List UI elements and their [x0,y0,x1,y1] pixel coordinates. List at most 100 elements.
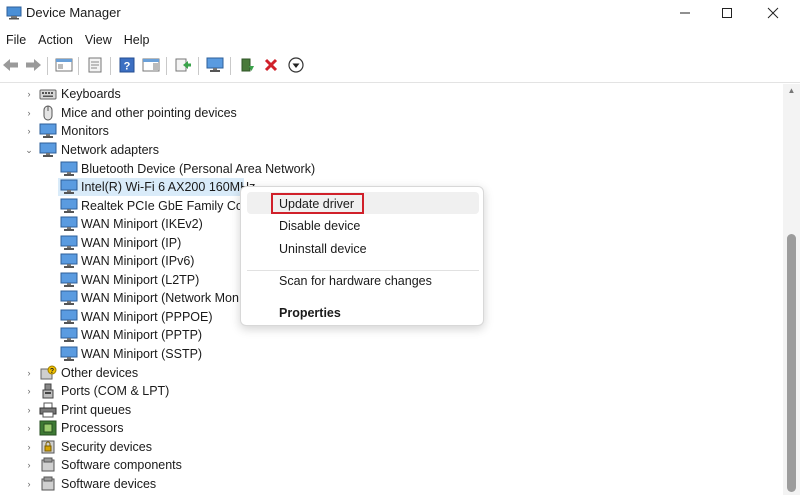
console-tree-button[interactable] [53,55,75,77]
forward-arrow-icon [24,58,42,75]
download-button[interactable] [285,55,307,77]
printer-icon [39,402,57,418]
tree-item-network-adapters[interactable]: ⌄ Network adapters [0,141,780,159]
monitor-icon [39,123,57,139]
toolbar-separator [78,57,79,75]
scan-hardware-button[interactable] [204,55,226,77]
close-button[interactable] [750,0,796,28]
chevron-right-icon[interactable]: › [24,405,34,415]
network-adapter-icon [60,216,78,232]
network-adapter-icon [39,142,57,158]
back-arrow-icon [2,58,20,75]
tree-item-label: WAN Miniport (PPTP) [81,328,203,342]
menu-separator [247,270,479,271]
export-icon [174,57,192,76]
tree-item-processors[interactable]: › Processors [0,419,780,437]
context-menu: Update driver Disable device Uninstall d… [240,186,484,326]
tree-item-ports[interactable]: › Ports (COM & LPT) [0,382,780,400]
toolbar-separator [166,57,167,75]
tree-item-bluetooth-pan[interactable]: Bluetooth Device (Personal Area Network) [0,160,780,178]
toolbar-separator [110,57,111,75]
menu-item-properties[interactable]: Properties [279,305,341,321]
tree-item-label: WAN Miniport (Network Mon [81,291,239,305]
keyboard-icon [39,86,57,102]
tree-item-label: Intel(R) Wi-Fi 6 AX200 160MHz [81,180,256,194]
tree-item-print-queues[interactable]: › Print queues [0,401,780,419]
toolbar-separator [230,57,231,75]
menu-bar: File Action View Help [0,30,800,50]
tree-item-wan-pptp[interactable]: WAN Miniport (PPTP) [0,326,780,344]
chevron-right-icon[interactable]: › [24,423,34,433]
tree-item-label: Monitors [61,124,109,138]
mouse-icon [41,105,57,121]
tree-item-security-devices[interactable]: › Security devices [0,438,780,456]
chevron-right-icon[interactable]: › [24,108,34,118]
title-bar: Device Manager [0,0,800,28]
tree-item-keyboards[interactable]: › Keyboards [0,85,780,103]
minimize-button[interactable] [662,0,708,28]
chevron-right-icon[interactable]: › [24,479,34,489]
toolbar: ? [0,52,800,80]
tree-item-label: Other devices [61,366,139,380]
toolbar-separator [47,57,48,75]
tree-item-label: Print queues [61,403,132,417]
tree-item-label: WAN Miniport (L2TP) [81,273,200,287]
network-adapter-icon [60,309,78,325]
network-adapter-icon [60,272,78,288]
chevron-right-icon[interactable]: › [24,368,34,378]
chevron-right-icon[interactable]: › [24,460,34,470]
menu-item-update-driver[interactable]: Update driver [279,196,354,212]
tree-item-software-components[interactable]: › Software components [0,456,780,474]
chevron-right-icon[interactable]: › [24,89,34,99]
toolbar-divider [0,82,800,83]
tree-item-label: WAN Miniport (PPPOE) [81,310,213,324]
menu-item-uninstall-device[interactable]: Uninstall device [279,241,367,257]
menu-item-scan-hardware[interactable]: Scan for hardware changes [279,273,432,289]
tree-item-label: Network adapters [61,143,159,157]
tree-item-label: Security devices [61,440,153,454]
svg-text:?: ? [124,60,131,72]
back-button[interactable] [0,55,22,77]
menu-view[interactable]: View [79,30,118,50]
tree-item-software-devices[interactable]: › Software devices [0,475,780,493]
forward-button[interactable] [22,55,44,77]
action-pane-icon [142,57,160,76]
network-adapter-icon [60,327,78,343]
minimize-icon [679,7,691,22]
export-button[interactable] [172,55,194,77]
update-driver-button[interactable] [236,55,258,77]
network-adapter-icon [60,179,78,195]
tree-item-label: Software devices [61,477,157,491]
help-icon: ? [119,57,135,76]
tree-item-label: Mice and other pointing devices [61,106,237,120]
toolbar-separator [198,57,199,75]
scan-hardware-icon [206,57,224,76]
chevron-right-icon[interactable]: › [24,126,34,136]
maximize-button[interactable] [704,0,750,28]
network-adapter-icon [60,235,78,251]
chevron-right-icon[interactable]: › [24,442,34,452]
menu-file[interactable]: File [0,30,32,50]
properties-button[interactable] [84,55,106,77]
menu-action[interactable]: Action [32,30,79,50]
menu-item-disable-device[interactable]: Disable device [279,218,360,234]
tree-item-label: Ports (COM & LPT) [61,384,170,398]
tree-item-wan-sstp[interactable]: WAN Miniport (SSTP) [0,345,780,363]
uninstall-button[interactable] [260,55,282,77]
software-component-icon [40,457,56,473]
tree-item-label: WAN Miniport (IP) [81,236,182,250]
chevron-down-icon[interactable]: ⌄ [24,145,34,155]
tree-item-mice[interactable]: › Mice and other pointing devices [0,104,780,122]
tree-item-label: WAN Miniport (IPv6) [81,254,195,268]
help-button[interactable]: ? [116,55,138,77]
vertical-scrollbar[interactable]: ▲ [783,84,800,495]
chevron-right-icon[interactable]: › [24,386,34,396]
menu-help[interactable]: Help [118,30,156,50]
tree-item-label: Realtek PCIe GbE Family Contr [81,199,258,213]
action-pane-button[interactable] [140,55,162,77]
scrollbar-thumb[interactable] [787,234,796,492]
tree-item-monitors[interactable]: › Monitors [0,122,780,140]
scroll-up-icon[interactable]: ▲ [787,87,796,95]
tree-item-label: WAN Miniport (SSTP) [81,347,203,361]
tree-item-other-devices[interactable]: › ? Other devices [0,364,780,382]
